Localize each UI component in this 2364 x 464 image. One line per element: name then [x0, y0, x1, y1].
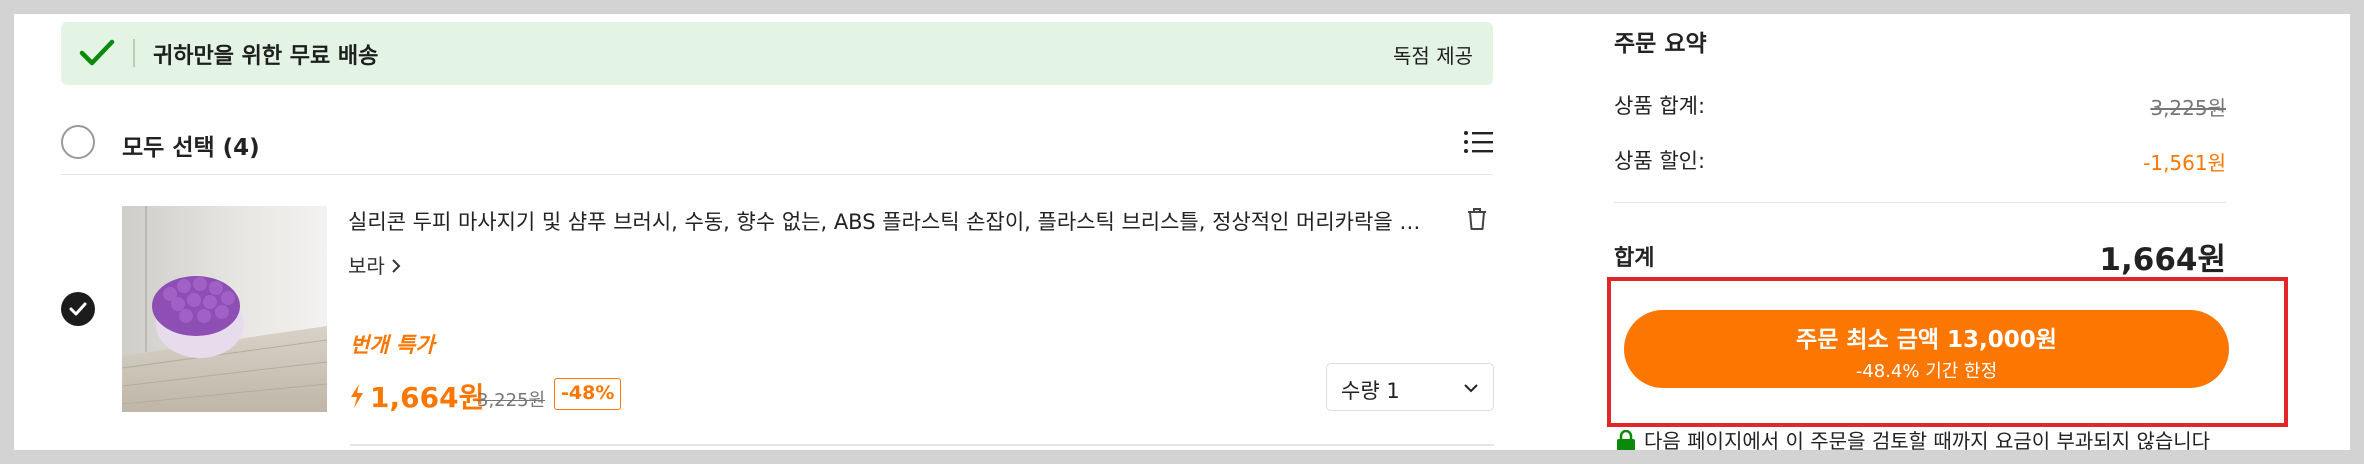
see-more-label: 보라	[348, 254, 385, 278]
list-icon[interactable]	[1463, 128, 1493, 156]
payment-notice: 다음 페이지에서 이 주문을 검토할 때까지 요금이 부과되지 않습니다	[1644, 429, 2211, 450]
banner-text: 귀하만을 위한 무료 배송	[153, 44, 379, 69]
order-summary-title: 주문 요약	[1614, 31, 1707, 57]
original-price: 3,225원	[477, 390, 546, 411]
discount-badge: -48%	[554, 378, 622, 410]
subtotal-label: 상품 합계:	[1614, 94, 1706, 118]
chevron-right-icon	[392, 259, 401, 273]
divider	[1614, 202, 2226, 203]
checkout-main-label: 주문 최소 금액 13,000원	[1796, 327, 2057, 353]
lock-icon	[1617, 430, 1635, 450]
exclusive-offer-label: 독점 제공	[1393, 44, 1473, 68]
lightning-bolt-icon	[351, 384, 363, 408]
scalp-massager-image	[122, 206, 327, 412]
total-label: 합계	[1614, 246, 1655, 271]
checkmark-icon	[69, 302, 87, 316]
trash-icon[interactable]	[1466, 207, 1488, 231]
check-icon	[79, 39, 115, 66]
item-checkbox-checked[interactable]	[61, 292, 95, 326]
divider	[350, 444, 1494, 446]
quantity-label: 수량 1	[1341, 379, 1400, 403]
product-image[interactable]	[122, 206, 327, 412]
checkout-sub-label: -48.4% 기간 한정	[1855, 361, 1998, 382]
see-more-link[interactable]: 보라	[348, 250, 401, 279]
quantity-select[interactable]: 수량 1	[1326, 363, 1494, 411]
chevron-down-icon	[1464, 384, 1478, 393]
total-value: 1,664원	[2099, 242, 2226, 278]
subtotal-value: 3,225원	[2150, 96, 2226, 120]
discount-value: -1,561원	[2143, 151, 2226, 175]
discount-label: 상품 할인:	[1614, 149, 1706, 173]
cart-page: 귀하만을 위한 무료 배송 독점 제공 모두 선택 (4) 실리콘 두피 마사지…	[14, 14, 2350, 450]
divider	[61, 174, 1493, 175]
sale-price: 1,664원	[370, 381, 485, 414]
checkout-button[interactable]: 주문 최소 금액 13,000원 -48.4% 기간 한정	[1624, 310, 2229, 388]
free-shipping-banner: 귀하만을 위한 무료 배송 독점 제공	[61, 22, 1493, 85]
flash-deal-label: 번개 특가	[350, 333, 435, 357]
select-all-label[interactable]: 모두 선택 (4)	[122, 128, 260, 162]
product-title[interactable]: 실리콘 두피 마사지기 및 샴푸 브러시, 수동, 향수 없는, ABS 플라스…	[348, 206, 1438, 236]
select-all-row: 모두 선택 (4)	[61, 114, 1493, 174]
select-all-checkbox[interactable]	[61, 125, 95, 159]
banner-divider	[133, 39, 135, 67]
